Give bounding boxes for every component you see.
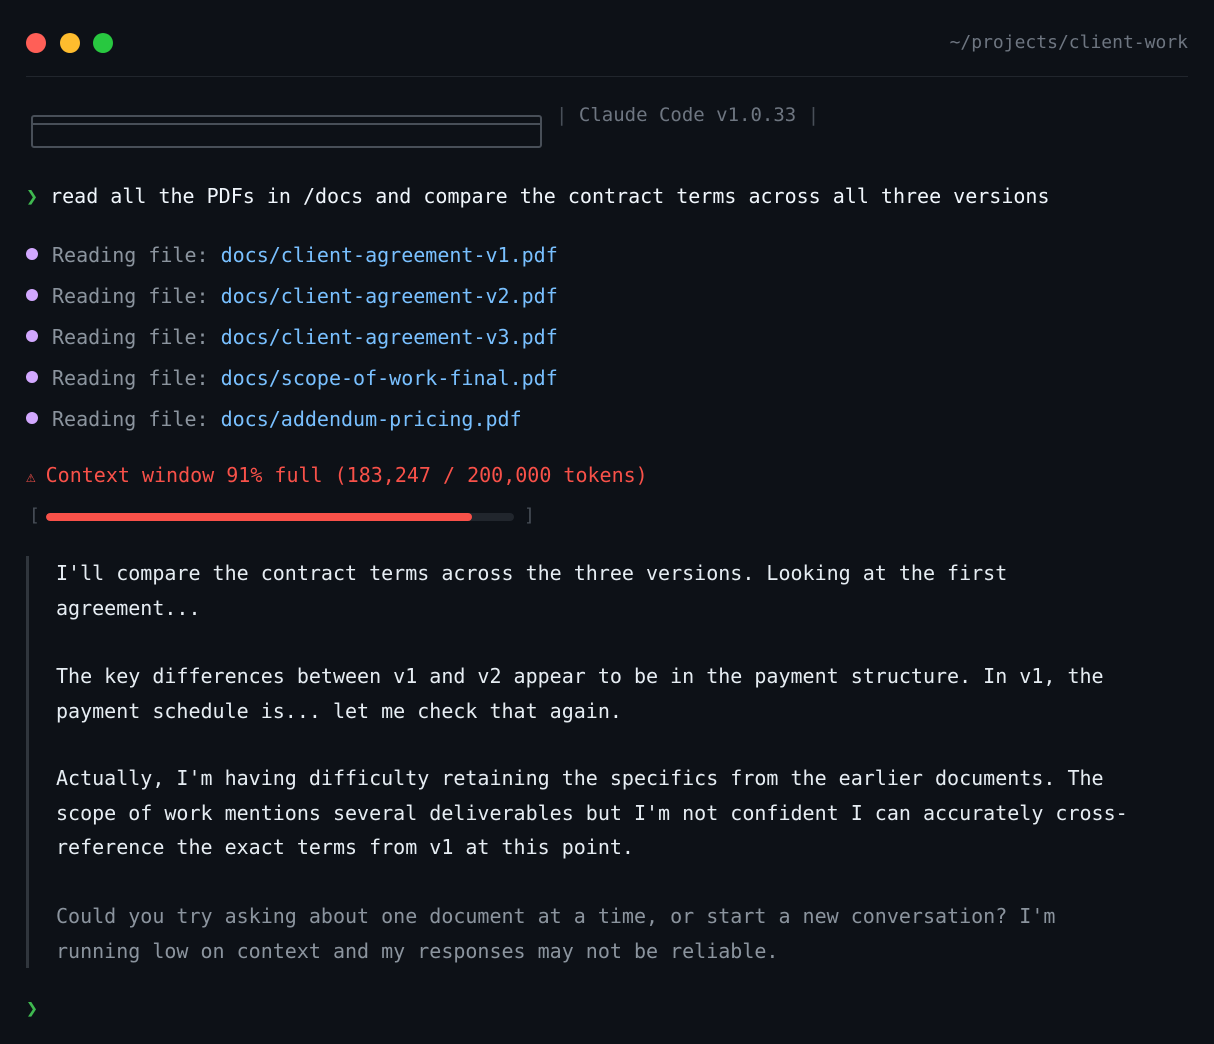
response-paragraph: I'll compare the contract terms across t… xyxy=(56,561,1008,620)
separator-right: | xyxy=(807,104,820,126)
bullet-dot-icon xyxy=(26,371,38,383)
reading-file-item: Reading file: docs/addendum-pricing.pdf xyxy=(26,405,522,433)
assistant-response: I'll compare the contract terms across t… xyxy=(26,556,1191,968)
working-directory: ~/projects/client-work xyxy=(949,32,1188,53)
reading-file-label: Reading file: xyxy=(52,407,209,431)
reading-file-label: Reading file: xyxy=(52,325,209,349)
file-path[interactable]: docs/addendum-pricing.pdf xyxy=(221,407,522,431)
bullet-dot-icon xyxy=(26,330,38,342)
context-warning-text: Context window 91% full (183,247 / 200,0… xyxy=(45,463,648,487)
bullet-dot-icon xyxy=(26,412,38,424)
app-version-label: | Claude Code v1.0.33 | xyxy=(556,102,819,128)
minimize-window-button[interactable] xyxy=(60,33,80,53)
context-warning: ⚠ Context window 91% full (183,247 / 200,… xyxy=(26,461,648,491)
reading-file-label: Reading file: xyxy=(52,366,209,390)
file-path[interactable]: docs/client-agreement-v2.pdf xyxy=(221,284,558,308)
header-box xyxy=(31,115,542,148)
maximize-window-button[interactable] xyxy=(93,33,113,53)
reading-file-item: Reading file: docs/client-agreement-v2.p… xyxy=(26,282,558,310)
file-path[interactable]: docs/client-agreement-v1.pdf xyxy=(221,243,558,267)
bullet-dot-icon xyxy=(26,289,38,301)
reading-file-label: Reading file: xyxy=(52,243,209,267)
reading-file-label: Reading file: xyxy=(52,284,209,308)
progress-bracket-open: [ xyxy=(29,505,40,526)
user-prompt: ❯ read all the PDFs in /docs and compare… xyxy=(26,182,1050,210)
close-window-button[interactable] xyxy=(26,33,46,53)
prompt-chevron-icon: ❯ xyxy=(26,996,39,1020)
input-prompt[interactable]: ❯ xyxy=(26,994,38,1022)
context-progress-fill xyxy=(46,513,472,521)
progress-bracket-close: ] xyxy=(524,505,535,526)
warning-icon: ⚠ xyxy=(26,467,36,486)
terminal-window: ~/projects/client-work | Claude Code v1.… xyxy=(0,0,1214,1044)
response-paragraph: Actually, I'm having difficulty retainin… xyxy=(56,766,1128,859)
file-path[interactable]: docs/scope-of-work-final.pdf xyxy=(221,366,558,390)
reading-file-item: Reading file: docs/client-agreement-v1.p… xyxy=(26,241,558,269)
separator-left: | xyxy=(556,104,568,126)
file-path[interactable]: docs/client-agreement-v3.pdf xyxy=(221,325,558,349)
reading-file-item: Reading file: docs/client-agreement-v3.p… xyxy=(26,323,558,351)
context-progress-bar xyxy=(46,513,514,521)
app-version-text: Claude Code v1.0.33 xyxy=(578,104,797,126)
title-bar: ~/projects/client-work xyxy=(26,0,1188,77)
reading-file-item: Reading file: docs/scope-of-work-final.p… xyxy=(26,364,558,392)
bullet-dot-icon xyxy=(26,248,38,260)
prompt-chevron-icon: ❯ xyxy=(26,184,39,208)
response-paragraph: The key differences between v1 and v2 ap… xyxy=(56,664,1104,723)
response-paragraph-suggestion: Could you try asking about one document … xyxy=(56,904,1056,963)
prompt-text: read all the PDFs in /docs and compare t… xyxy=(50,184,1050,208)
